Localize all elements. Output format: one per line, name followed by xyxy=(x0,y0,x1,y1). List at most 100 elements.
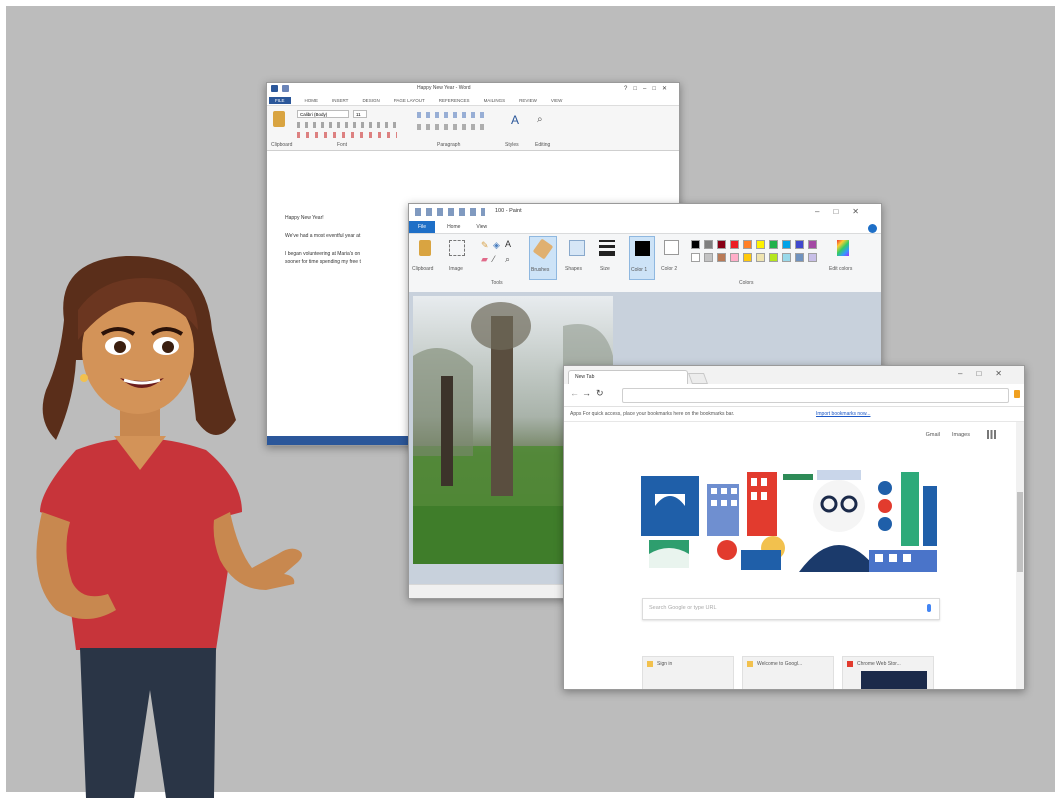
color1-swatch xyxy=(635,241,650,256)
palette-swatch[interactable] xyxy=(743,253,752,262)
magnifier-icon[interactable]: ⌕ xyxy=(505,254,510,265)
font-name-box[interactable]: Calibri (Body) xyxy=(297,110,349,118)
palette-swatch[interactable] xyxy=(795,240,804,249)
bookmarks-bar-text: Apps For quick access, place your bookma… xyxy=(570,411,735,417)
word-app-icon xyxy=(271,85,278,92)
paint-tab-home[interactable]: Home xyxy=(447,224,460,230)
chrome-window-controls[interactable]: –□✕ xyxy=(958,369,1016,378)
paint-ribbon-tabs[interactable]: File Home View xyxy=(409,220,881,233)
palette-swatch[interactable] xyxy=(743,240,752,249)
new-tab-button[interactable] xyxy=(687,373,709,384)
word-tab-references[interactable]: REFERENCES xyxy=(439,98,470,103)
import-bookmarks-link[interactable]: Import bookmarks now... xyxy=(816,411,870,417)
palette-swatch[interactable] xyxy=(782,240,791,249)
palette-swatch[interactable] xyxy=(808,240,817,249)
word-tab-review[interactable]: REVIEW xyxy=(519,98,537,103)
pencil-icon[interactable]: ✎ xyxy=(481,240,489,251)
palette-swatch[interactable] xyxy=(704,253,713,262)
paragraph-row[interactable] xyxy=(417,112,487,118)
paint-group-color2: Color 2 xyxy=(661,266,678,272)
group-paragraph: Paragraph xyxy=(437,142,461,148)
palette-swatch[interactable] xyxy=(730,253,739,262)
most-visited-tile-2[interactable]: Welcome to Googl... xyxy=(742,656,834,689)
palette-swatch[interactable] xyxy=(808,253,817,262)
forward-icon[interactable]: → xyxy=(582,388,591,398)
brushes-button[interactable]: Brushes xyxy=(529,236,557,280)
shapes-icon[interactable] xyxy=(569,240,585,256)
palette-swatch[interactable] xyxy=(782,253,791,262)
clipboard-icon[interactable] xyxy=(419,240,431,256)
address-bar[interactable] xyxy=(622,388,1009,403)
palette-swatch[interactable] xyxy=(704,240,713,249)
editing-icon[interactable]: ⌕ xyxy=(537,114,549,126)
save-icon[interactable] xyxy=(282,85,289,92)
quick-access-toolbar[interactable] xyxy=(271,85,289,92)
palette-swatch[interactable] xyxy=(795,253,804,262)
search-box[interactable]: Search Google or type URL xyxy=(642,598,940,620)
styles-icon[interactable]: A xyxy=(511,114,523,128)
word-tab-file[interactable]: FILE xyxy=(269,96,291,104)
palette-swatch[interactable] xyxy=(756,240,765,249)
paint-tab-file[interactable]: File xyxy=(409,220,436,233)
chrome-window[interactable]: New Tab –□✕ ← → ↻ Apps For quick access,… xyxy=(563,365,1025,690)
select-icon[interactable] xyxy=(449,240,465,256)
size-icon[interactable] xyxy=(599,240,615,256)
word-ribbon-tabs[interactable]: FILE HOME INSERT DESIGN PAGE LAYOUT REFE… xyxy=(267,95,679,106)
paint-group-clipboard: Clipboard xyxy=(412,266,434,272)
word-title: Happy New Year - Word xyxy=(417,85,471,91)
palette-swatch[interactable] xyxy=(717,253,726,262)
word-tab-page-layout[interactable]: PAGE LAYOUT xyxy=(394,98,425,103)
chrome-scrollbar[interactable] xyxy=(1016,422,1024,689)
palette-swatch[interactable] xyxy=(769,240,778,249)
color-palette[interactable] xyxy=(691,240,831,270)
presenter-character xyxy=(36,255,302,798)
google-doodle[interactable] xyxy=(639,466,939,576)
reload-icon[interactable]: ↻ xyxy=(596,388,604,399)
text-icon[interactable]: A xyxy=(505,239,511,249)
paint-group-size: Size xyxy=(600,266,610,272)
menu-icon[interactable] xyxy=(1014,390,1020,398)
word-tab-home[interactable]: HOME xyxy=(305,98,319,103)
palette-swatch[interactable] xyxy=(730,240,739,249)
microphone-icon[interactable] xyxy=(927,604,931,612)
most-visited-tile-3[interactable]: Chrome Web Stor... xyxy=(842,656,934,689)
back-icon[interactable]: ← xyxy=(570,388,579,398)
fill-icon[interactable]: ◈ xyxy=(493,240,500,251)
palette-swatch[interactable] xyxy=(769,253,778,262)
palette-swatch[interactable] xyxy=(756,253,765,262)
font-size-box[interactable]: 11 xyxy=(353,110,367,118)
color-picker-icon[interactable]: ⁄ xyxy=(493,254,495,264)
doc-line-2: We've had a most eventful year at xyxy=(285,233,361,239)
help-icon[interactable] xyxy=(868,224,877,233)
group-editing: Editing xyxy=(535,142,551,148)
font-format-row[interactable] xyxy=(297,122,397,128)
word-window-controls[interactable]: ?□–□✕ xyxy=(624,85,673,92)
tile-2-label: Welcome to Googl... xyxy=(757,661,803,667)
paste-icon[interactable] xyxy=(273,111,285,127)
paint-quick-access-icons[interactable] xyxy=(415,208,485,216)
edit-colors-icon[interactable] xyxy=(837,240,849,256)
font-color-row[interactable] xyxy=(297,132,397,138)
apps-grid-icon[interactable] xyxy=(987,430,996,439)
word-tab-insert[interactable]: INSERT xyxy=(332,98,348,103)
palette-swatch[interactable] xyxy=(691,253,700,262)
palette-swatch[interactable] xyxy=(691,240,700,249)
color1-button[interactable]: Color 1 xyxy=(629,236,655,280)
word-tab-design[interactable]: DESIGN xyxy=(362,98,379,103)
most-visited-tile-1[interactable]: Sign in xyxy=(642,656,734,689)
images-link[interactable]: Images xyxy=(952,432,970,438)
word-tab-mailings[interactable]: MAILINGS xyxy=(484,98,506,103)
paint-group-edit-colors: Edit colors xyxy=(829,266,853,272)
gmail-link[interactable]: Gmail xyxy=(926,432,940,438)
palette-swatch[interactable] xyxy=(717,240,726,249)
chrome-tab-new-tab[interactable]: New Tab xyxy=(568,370,688,384)
chrome-tabstrip: New Tab –□✕ xyxy=(564,366,1024,384)
scrollbar-thumb[interactable] xyxy=(1017,492,1023,572)
word-tab-view[interactable]: VIEW xyxy=(551,98,563,103)
paint-tab-view[interactable]: View xyxy=(476,224,487,230)
paint-window-controls[interactable]: –□✕ xyxy=(815,207,873,216)
paint-group-colors: Colors xyxy=(739,280,754,286)
paragraph-row-2[interactable] xyxy=(417,124,487,130)
color2-button[interactable]: Color 2 xyxy=(661,236,683,280)
eraser-icon[interactable]: ▰ xyxy=(481,254,488,265)
